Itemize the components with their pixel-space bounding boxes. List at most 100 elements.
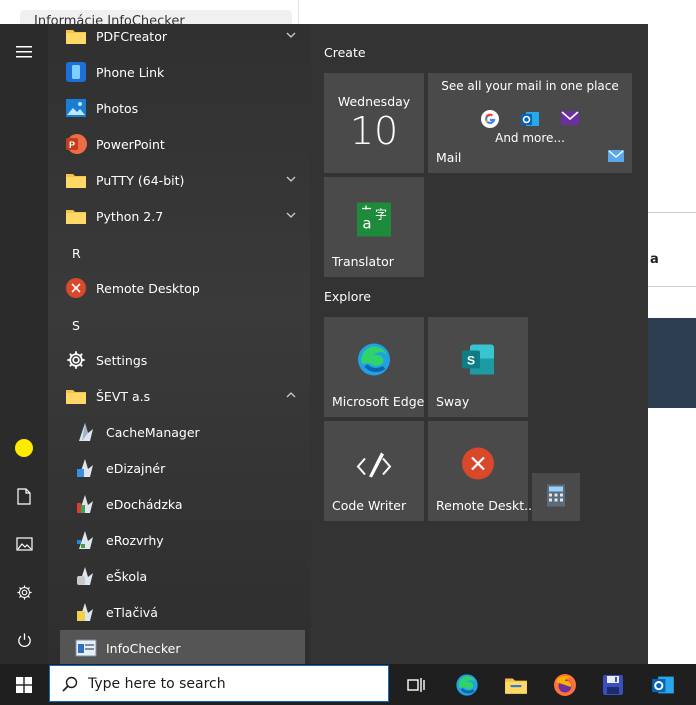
taskbar-search-box[interactable]: Type here to search <box>49 665 389 702</box>
svg-text:a: a <box>362 215 371 233</box>
task-view-button[interactable] <box>393 664 439 705</box>
tile-sway[interactable]: S Sway <box>428 317 528 417</box>
tile-label: Code Writer <box>332 498 407 513</box>
app-label: eRozvrhy <box>106 532 164 548</box>
taskbar-file-explorer[interactable] <box>493 664 539 705</box>
app-label: PDFCreator <box>96 28 167 44</box>
app-item-cachemanager[interactable]: CacheManager <box>48 414 306 450</box>
taskbar: Type here to search <box>0 664 696 705</box>
svg-text:P: P <box>69 140 75 150</box>
app-label: Phone Link <box>96 64 165 80</box>
edochadzka-icon <box>74 492 98 516</box>
edge-icon <box>456 673 478 696</box>
tile-calendar[interactable]: Wednesday 10 <box>324 73 424 173</box>
tiles-pane: Create Wednesday 10 See all your mail in… <box>310 24 648 664</box>
tile-label: Mail <box>436 150 462 165</box>
taskbar-outlook[interactable] <box>640 664 686 705</box>
background-line <box>648 286 696 287</box>
translator-icon: a字 <box>357 202 391 240</box>
start-button[interactable] <box>0 664 48 705</box>
app-item-python[interactable]: Python 2.7 <box>48 198 306 234</box>
calendar-date: 10 <box>349 109 399 153</box>
folder-icon <box>64 204 88 228</box>
tile-code-writer[interactable]: Code Writer <box>324 421 424 521</box>
app-item-phone-link[interactable]: Phone Link <box>48 54 306 90</box>
etlaciva-icon <box>74 600 98 624</box>
floppy-disk-icon <box>603 674 623 695</box>
tile-remote-desktop[interactable]: Remote Deskt... <box>428 421 536 521</box>
search-icon <box>62 676 78 692</box>
app-item-infochecker[interactable]: InfoChecker <box>60 630 305 666</box>
picture-icon <box>15 537 33 551</box>
app-item-photos[interactable]: Photos <box>48 90 306 126</box>
gear-icon <box>64 348 88 372</box>
group-title-create[interactable]: Create <box>324 45 366 60</box>
taskbar-firefox[interactable] <box>542 664 588 705</box>
tile-calculator[interactable] <box>532 473 580 521</box>
gear-icon <box>16 584 32 600</box>
folder-icon <box>64 384 88 408</box>
task-view-icon <box>407 677 425 692</box>
envelope-icon <box>560 110 580 129</box>
chevron-down-icon <box>286 176 296 182</box>
app-item-edizajner[interactable]: eDizajnér <box>48 450 306 486</box>
erozvrhy-icon <box>74 528 98 552</box>
cachemanager-icon <box>74 420 98 444</box>
app-item-powerpoint[interactable]: P PowerPoint <box>48 126 306 162</box>
code-writer-icon <box>355 447 393 484</box>
eskola-icon <box>74 564 98 588</box>
tile-translator[interactable]: a字 Translator <box>324 177 424 277</box>
hamburger-menu-button[interactable] <box>0 32 48 72</box>
google-icon <box>480 109 500 132</box>
sway-icon: S <box>460 343 496 380</box>
app-item-sevt[interactable]: ŠEVT a.s <box>48 378 306 414</box>
tile-mail[interactable]: See all your mail in one place And more.… <box>428 73 632 173</box>
app-item-putty[interactable]: PuTTY (64-bit) <box>48 162 306 198</box>
photos-icon <box>64 96 88 120</box>
app-item-edochadzka[interactable]: eDochádzka <box>48 486 306 522</box>
app-label: eTlačivá <box>106 604 158 620</box>
infochecker-icon <box>74 636 98 660</box>
document-icon <box>17 487 31 505</box>
app-item-settings[interactable]: Settings <box>48 342 306 378</box>
folder-icon <box>64 24 88 48</box>
app-item-eskola[interactable]: eŠkola <box>48 558 306 594</box>
app-item-erozvrhy[interactable]: eRozvrhy <box>48 522 306 558</box>
remote-desktop-icon <box>461 447 495 484</box>
mail-more: And more... <box>495 131 565 145</box>
mail-promo: See all your mail in one place <box>441 79 619 93</box>
group-title-explore[interactable]: Explore <box>324 289 371 304</box>
app-label: Photos <box>96 100 139 116</box>
taskbar-save-app[interactable] <box>590 664 636 705</box>
background-letter: a <box>650 252 659 267</box>
start-rail <box>0 24 48 664</box>
settings-button[interactable] <box>0 572 48 612</box>
app-item-remote-desktop[interactable]: Remote Desktop <box>48 270 306 306</box>
app-list: PDFCreator Phone Link Photos P PowerPoin… <box>48 24 315 666</box>
chevron-up-icon <box>286 392 296 398</box>
power-button[interactable] <box>0 620 48 660</box>
svg-text:S: S <box>467 354 475 368</box>
pictures-button[interactable] <box>0 524 48 564</box>
chevron-down-icon <box>286 32 296 38</box>
powerpoint-icon: P <box>64 132 88 156</box>
tile-label: Sway <box>436 394 470 409</box>
calculator-icon <box>546 484 566 511</box>
letter-header-s[interactable]: S <box>72 318 80 333</box>
hamburger-icon <box>16 46 32 58</box>
taskbar-edge[interactable] <box>444 664 490 705</box>
documents-button[interactable] <box>0 476 48 516</box>
tile-label: Remote Deskt... <box>436 498 537 513</box>
firefox-icon <box>554 673 576 696</box>
app-label: ŠEVT a.s <box>96 388 151 404</box>
background-line <box>648 212 696 213</box>
account-button[interactable] <box>0 428 48 468</box>
app-item-etlaciva[interactable]: eTlačivá <box>48 594 306 630</box>
background-dark-panel <box>648 318 696 408</box>
tile-edge[interactable]: Microsoft Edge <box>324 317 424 417</box>
letter-header-r[interactable]: R <box>72 246 81 261</box>
app-item-pdfcreator[interactable]: PDFCreator <box>48 18 306 54</box>
phone-link-icon <box>64 60 88 84</box>
edge-icon <box>356 342 392 381</box>
app-label: Remote Desktop <box>96 280 200 296</box>
